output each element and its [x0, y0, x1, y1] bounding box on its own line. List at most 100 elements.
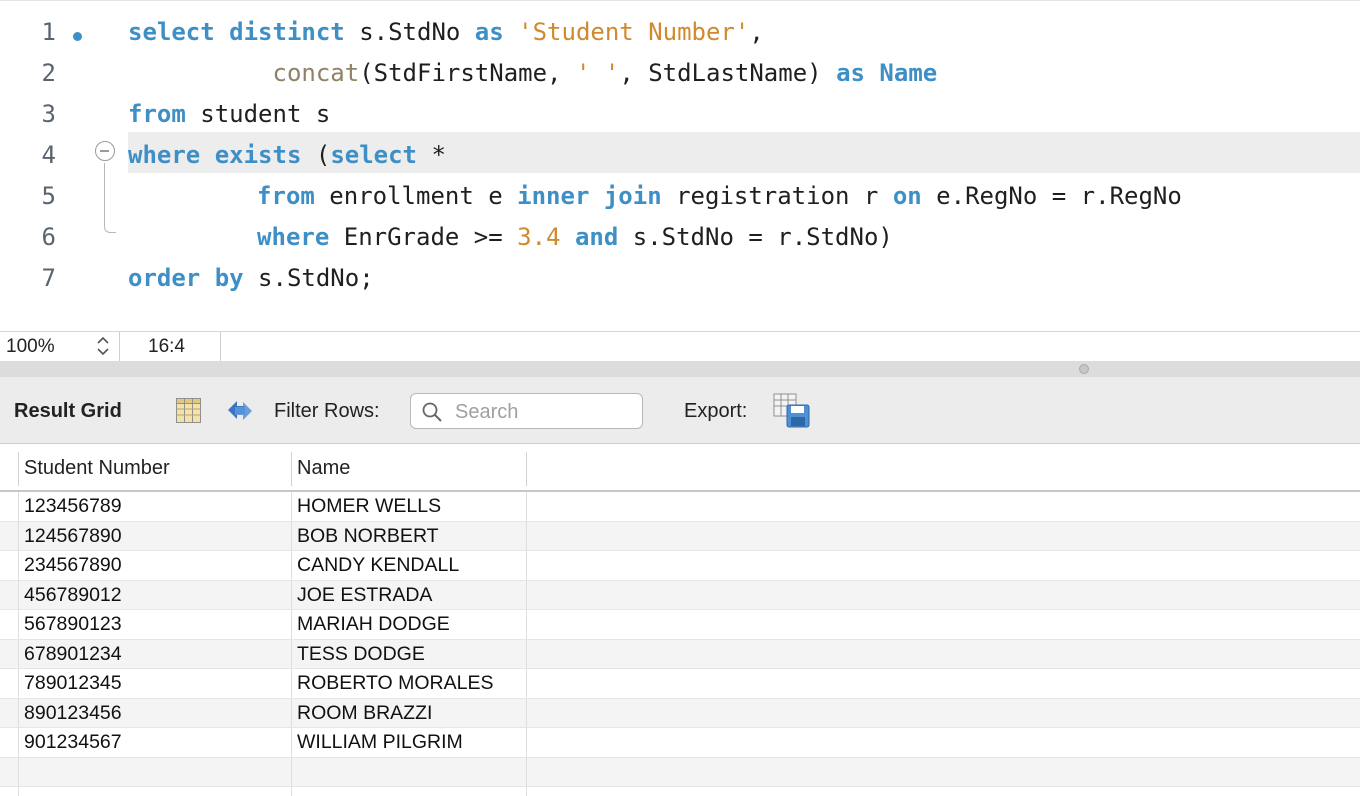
cell-student-number[interactable]: 789012345 — [24, 669, 122, 698]
code-text[interactable]: where exists (select * — [128, 141, 446, 169]
cell-border — [291, 757, 292, 786]
code-text[interactable]: from student s — [128, 100, 330, 128]
sql-keyword: select — [330, 141, 418, 169]
cell-name[interactable]: HOMER WELLS — [297, 492, 441, 521]
sql-keyword: select — [128, 18, 215, 46]
cell-student-number[interactable]: 456789012 — [24, 581, 122, 610]
cell-border — [526, 492, 527, 521]
sql-string: ' ' — [575, 59, 620, 87]
cell-name[interactable]: BOB NORBERT — [297, 522, 439, 551]
code-text[interactable]: from enrollment e inner join registratio… — [127, 182, 1182, 210]
table-row[interactable]: 456789012 JOE ESTRADA — [0, 580, 1360, 610]
cell-border — [291, 610, 292, 639]
cell-name[interactable]: CANDY KENDALL — [297, 551, 459, 580]
code-line[interactable]: 1 select distinct s.StdNo as 'Student Nu… — [0, 9, 1360, 50]
refresh-icon[interactable] — [224, 397, 256, 430]
sql-keyword: from — [257, 182, 315, 210]
sql-text: EnrGrade >= — [329, 223, 518, 251]
cell-name[interactable]: JOE ESTRADA — [297, 581, 432, 610]
sql-text: (StdFirstName, — [359, 59, 576, 87]
cell-student-number[interactable]: 124567890 — [24, 522, 122, 551]
line-number: 3 — [41, 100, 56, 128]
cell-border — [291, 698, 292, 727]
cell-name[interactable]: ROBERTO MORALES — [297, 669, 494, 698]
table-row[interactable]: 567890123 MARIAH DODGE — [0, 610, 1360, 640]
statement-marker-icon[interactable] — [73, 32, 82, 41]
table-row[interactable] — [0, 787, 1360, 796]
cell-student-number[interactable]: 678901234 — [24, 640, 122, 669]
table-row[interactable]: 901234567 WILLIAM PILGRIM — [0, 728, 1360, 758]
table-row[interactable]: 123456789 HOMER WELLS — [0, 492, 1360, 522]
code-line[interactable]: 5 from enrollment e inner join registrat… — [0, 173, 1360, 214]
table-row[interactable]: 234567890 CANDY KENDALL — [0, 551, 1360, 581]
cell-border — [291, 728, 292, 757]
column-separator[interactable] — [291, 452, 292, 486]
sql-text: , StdLastName) — [619, 59, 837, 87]
cell-border — [18, 757, 19, 786]
cursor-position: 16:4 — [148, 336, 185, 357]
cell-border — [18, 669, 19, 698]
splitter-handle-icon[interactable] — [1079, 364, 1089, 374]
column-header-student-number[interactable]: Student Number — [24, 452, 170, 484]
sql-keyword: and — [574, 223, 619, 251]
column-header-name[interactable]: Name — [297, 452, 350, 484]
cell-border — [18, 698, 19, 727]
table-row[interactable]: 678901234 TESS DODGE — [0, 639, 1360, 669]
cell-border — [526, 639, 527, 668]
grid-columns-icon[interactable] — [175, 397, 202, 430]
cell-border — [18, 580, 19, 609]
zoom-stepper-icon[interactable] — [95, 335, 111, 362]
export-save-icon[interactable] — [773, 393, 811, 435]
table-row[interactable]: 890123456 ROOM BRAZZI — [0, 698, 1360, 728]
cell-student-number[interactable]: 890123456 — [24, 699, 122, 728]
cell-student-number[interactable]: 567890123 — [24, 610, 122, 639]
result-grid-tab[interactable]: Result Grid — [14, 400, 122, 423]
panel-splitter[interactable] — [0, 361, 1360, 377]
sql-keyword: from — [128, 100, 186, 128]
cell-student-number[interactable]: 901234567 — [24, 728, 122, 757]
code-line[interactable]: 3 from student s — [0, 91, 1360, 132]
code-line[interactable]: 2 concat(StdFirstName, ' ', StdLastName)… — [0, 50, 1360, 91]
line-number: 4 — [41, 141, 56, 169]
sql-keyword: by — [214, 264, 244, 292]
filter-rows-label: Filter Rows: — [274, 400, 380, 422]
sql-keyword: where — [128, 141, 201, 169]
zoom-level[interactable]: 100% — [6, 336, 55, 358]
code-line[interactable]: 7 order by s.StdNo; — [0, 255, 1360, 296]
code-text[interactable]: order by s.StdNo; — [128, 264, 374, 292]
fold-collapse-icon[interactable] — [95, 141, 115, 161]
cell-name[interactable]: ROOM BRAZZI — [297, 699, 432, 728]
search-icon — [421, 401, 443, 429]
code-text[interactable]: select distinct s.StdNo as 'Student Numb… — [128, 18, 764, 46]
sql-text: s.StdNo = r.StdNo) — [618, 223, 893, 251]
result-grid[interactable]: Student Number Name 123456789 HOMER WELLS… — [0, 444, 1360, 796]
code-line[interactable]: 4 where exists (select * — [0, 132, 1360, 173]
line-number: 5 — [41, 182, 56, 210]
cell-student-number[interactable]: 123456789 — [24, 492, 122, 521]
cell-border — [291, 639, 292, 668]
table-row[interactable]: 789012345 ROBERTO MORALES — [0, 669, 1360, 699]
column-separator[interactable] — [18, 452, 19, 486]
filter-search-input[interactable]: Search — [410, 393, 643, 429]
sql-keyword: Name — [879, 59, 938, 87]
cell-name[interactable]: TESS DODGE — [297, 640, 425, 669]
sql-editor[interactable]: 1 select distinct s.StdNo as 'Student Nu… — [0, 0, 1360, 331]
table-row[interactable]: 124567890 BOB NORBERT — [0, 521, 1360, 551]
code-line[interactable]: 6 where EnrGrade >= 3.4 and s.StdNo = r.… — [0, 214, 1360, 255]
sql-text: enrollment e — [314, 182, 518, 210]
cell-border — [18, 787, 19, 796]
sql-keyword: inner — [517, 182, 590, 210]
column-separator[interactable] — [526, 452, 527, 486]
cell-border — [291, 580, 292, 609]
fold-range-line — [104, 163, 116, 233]
sql-function: concat — [272, 59, 360, 87]
export-label: Export: — [684, 400, 748, 422]
cell-name[interactable]: MARIAH DODGE — [297, 610, 450, 639]
cell-name[interactable]: WILLIAM PILGRIM — [297, 728, 463, 757]
table-row[interactable] — [0, 757, 1360, 787]
code-text[interactable]: concat(StdFirstName, ' ', StdLastName) a… — [128, 59, 938, 87]
cell-student-number[interactable]: 234567890 — [24, 551, 122, 580]
code-text[interactable]: where EnrGrade >= 3.4 and s.StdNo = r.St… — [127, 223, 893, 251]
